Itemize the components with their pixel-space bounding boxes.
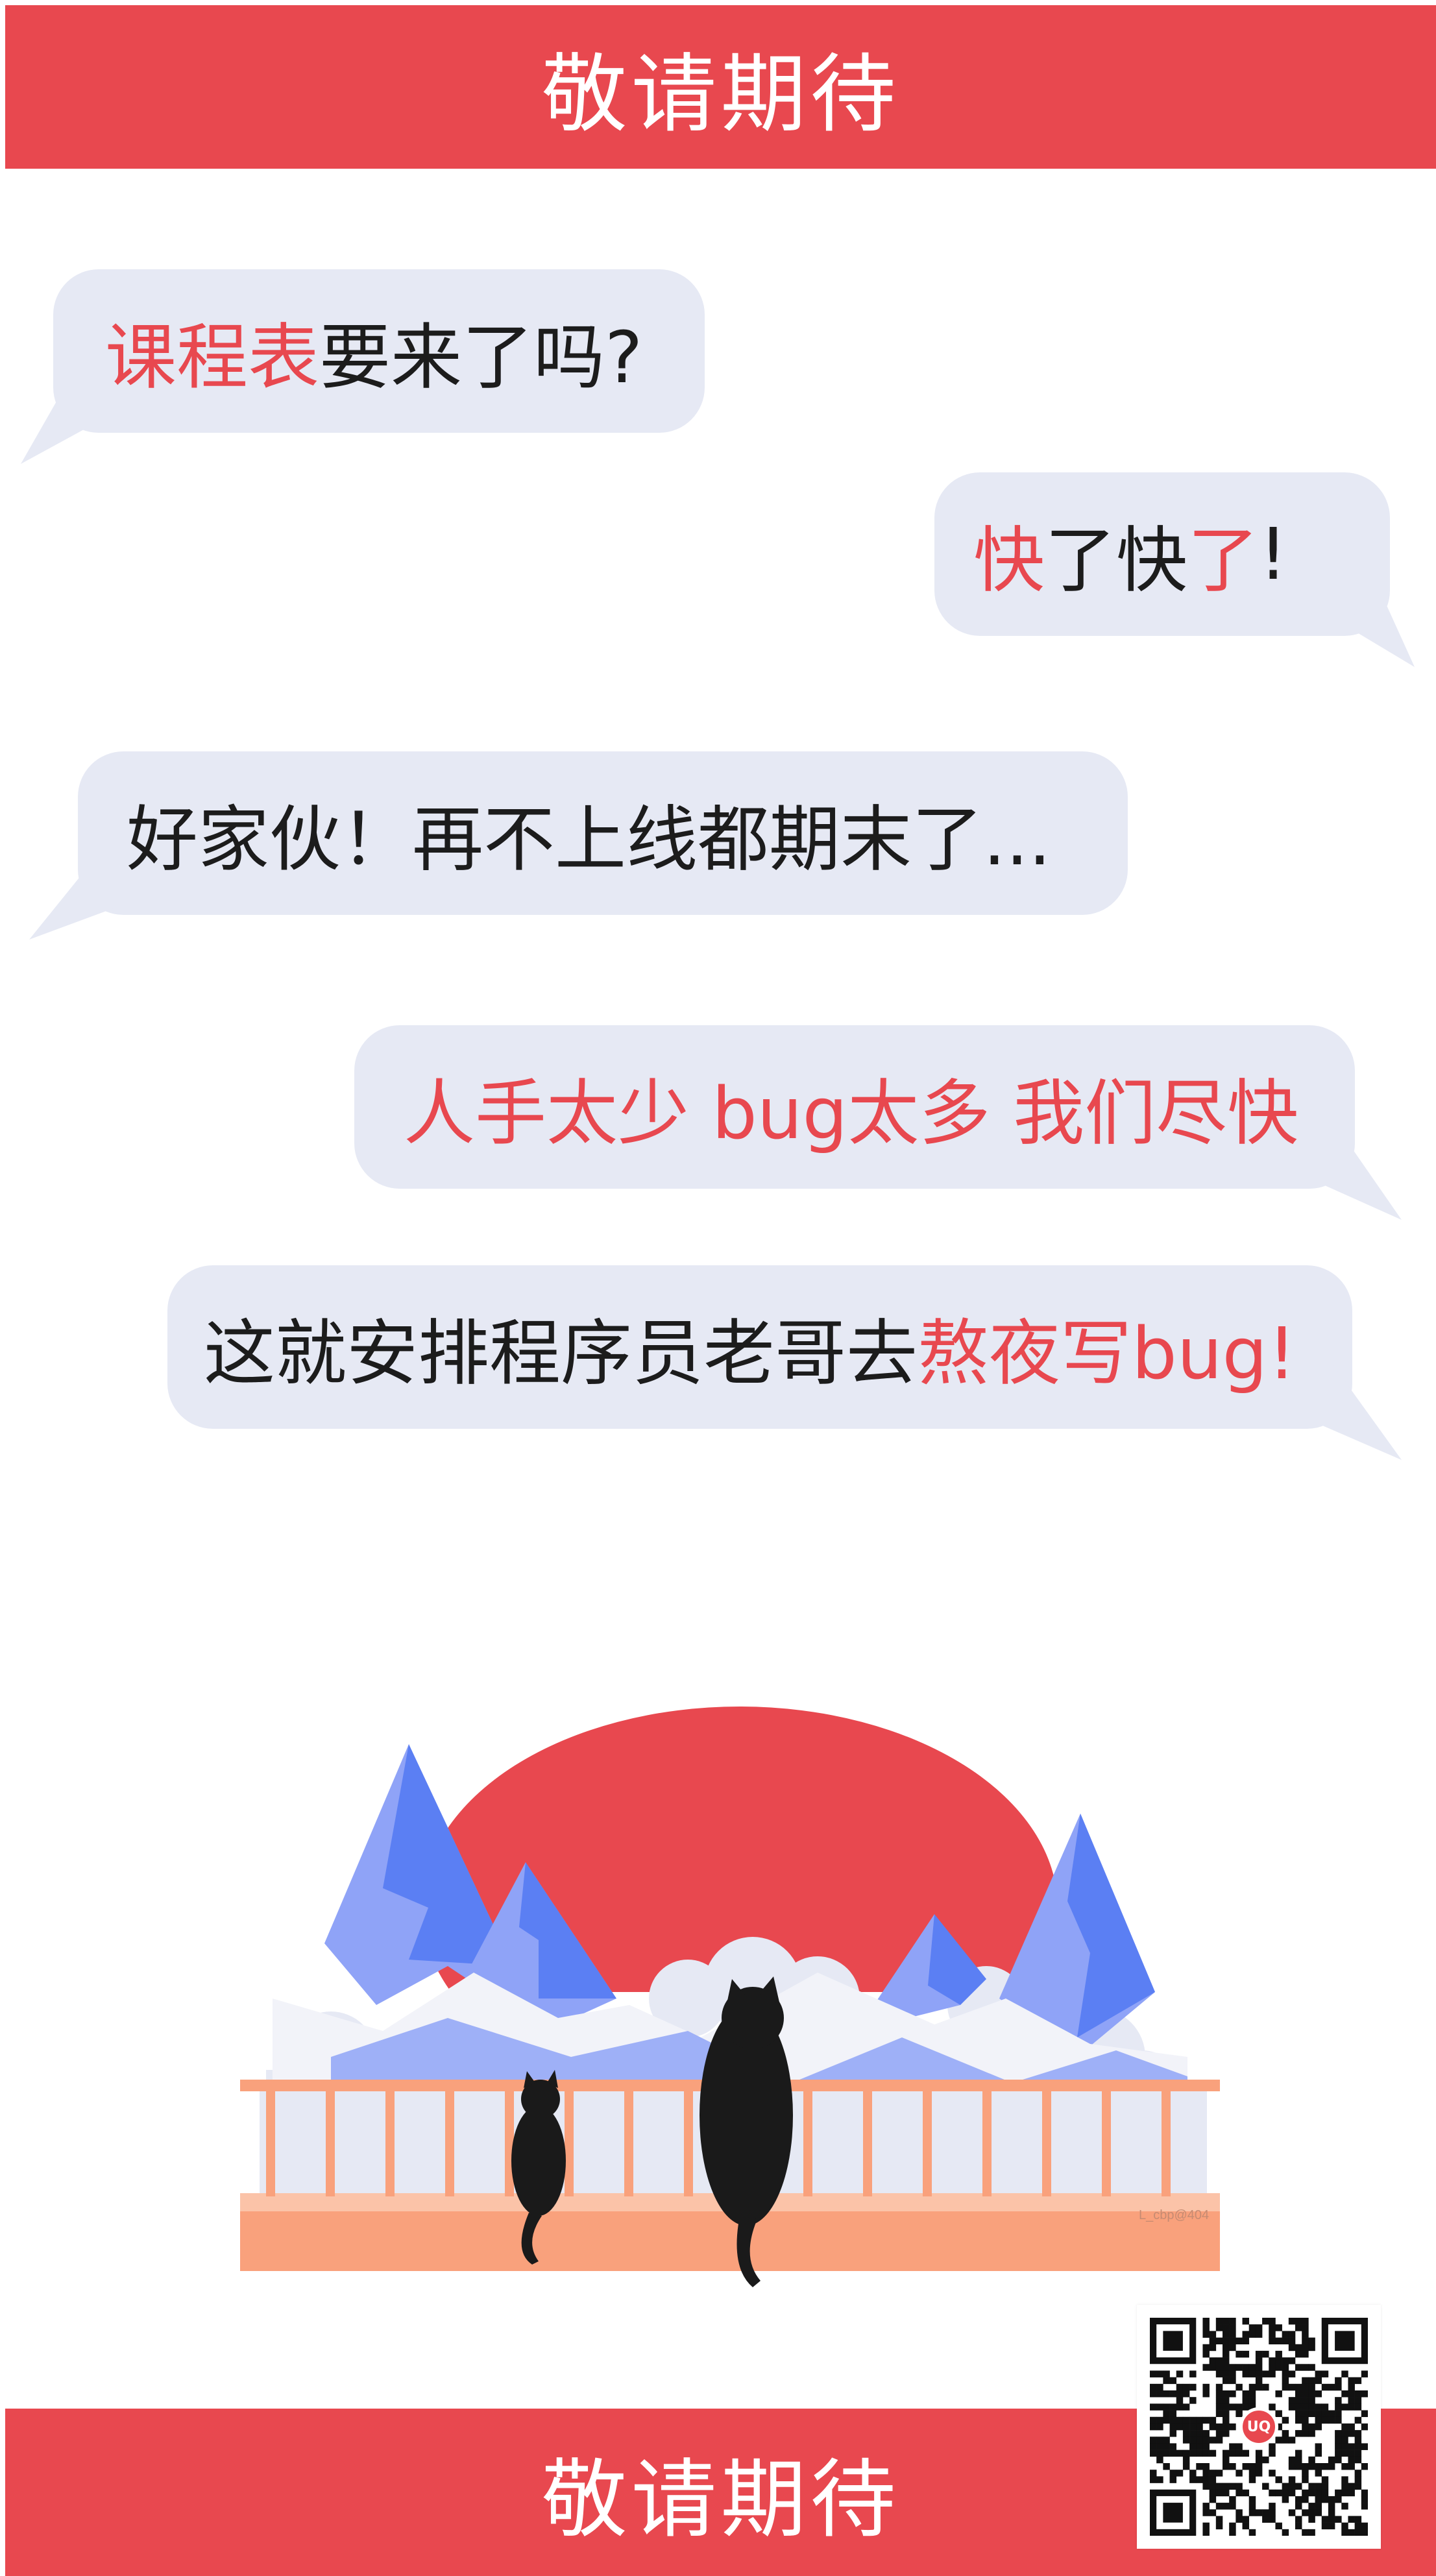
bubble-tail xyxy=(21,373,92,464)
railing-post xyxy=(565,2086,574,2196)
chat-bubble-left-2: 好家伙！再不上线都期末了... xyxy=(29,751,1128,940)
bubble-tail xyxy=(1350,570,1415,667)
message-highlight: 了 xyxy=(1187,519,1259,602)
railing-post xyxy=(982,2086,992,2196)
mountain-sunset-illustration: L_cbp@404 xyxy=(234,1707,1226,2303)
railing-post xyxy=(624,2086,633,2196)
railing-post xyxy=(266,2086,275,2196)
bottom-banner-title: 敬请期待 xyxy=(541,2449,900,2550)
railing-post xyxy=(505,2086,514,2196)
message-highlight: 熬夜写bug! xyxy=(918,1312,1296,1395)
chat-bubble-right-2: 人手太少 bug太多 我们尽快 xyxy=(354,1025,1402,1220)
message-text: 人手太少 bug太多 我们尽快 xyxy=(404,1072,1299,1155)
message-text: 要来了吗? xyxy=(319,316,643,399)
message-text: ! xyxy=(1259,513,1288,596)
chat-bubble-right-1: 快 了快 了 ! xyxy=(934,472,1415,667)
railing-post xyxy=(1102,2086,1111,2196)
message-text: 好家伙！再不上线都期末了... xyxy=(127,798,1051,881)
top-banner-title: 敬请期待 xyxy=(541,44,900,145)
railing-post xyxy=(326,2086,335,2196)
railing-post xyxy=(1042,2086,1051,2196)
railing-post xyxy=(445,2086,454,2196)
message-highlight: 课程表 xyxy=(105,316,319,399)
message-text: 这就安排程序员老哥去 xyxy=(204,1312,918,1395)
qr-center-logo: UQ xyxy=(1239,2407,1278,2446)
railing-post xyxy=(385,2086,395,2196)
bubble-tail xyxy=(29,855,117,940)
qr-code-card[interactable]: UQ xyxy=(1137,2305,1381,2549)
illustration-credit: L_cbp@404 xyxy=(1139,2208,1209,2222)
message-text: 了快 xyxy=(1045,519,1187,602)
bubble-tail xyxy=(1315,1123,1402,1220)
top-banner: 敬请期待 xyxy=(5,5,1436,169)
chat-bubble-left-1: 课程表 要来了吗? xyxy=(21,269,705,464)
railing-post xyxy=(684,2086,693,2196)
railing-post xyxy=(803,2086,812,2196)
railing-post xyxy=(1162,2086,1171,2196)
railing-post xyxy=(863,2086,872,2196)
railing-post xyxy=(923,2086,932,2196)
bubble-tail xyxy=(1312,1363,1402,1460)
chat-bubble-right-3: 这就安排程序员老哥去 熬夜写bug! xyxy=(167,1265,1402,1460)
message-highlight: 快 xyxy=(973,519,1045,602)
